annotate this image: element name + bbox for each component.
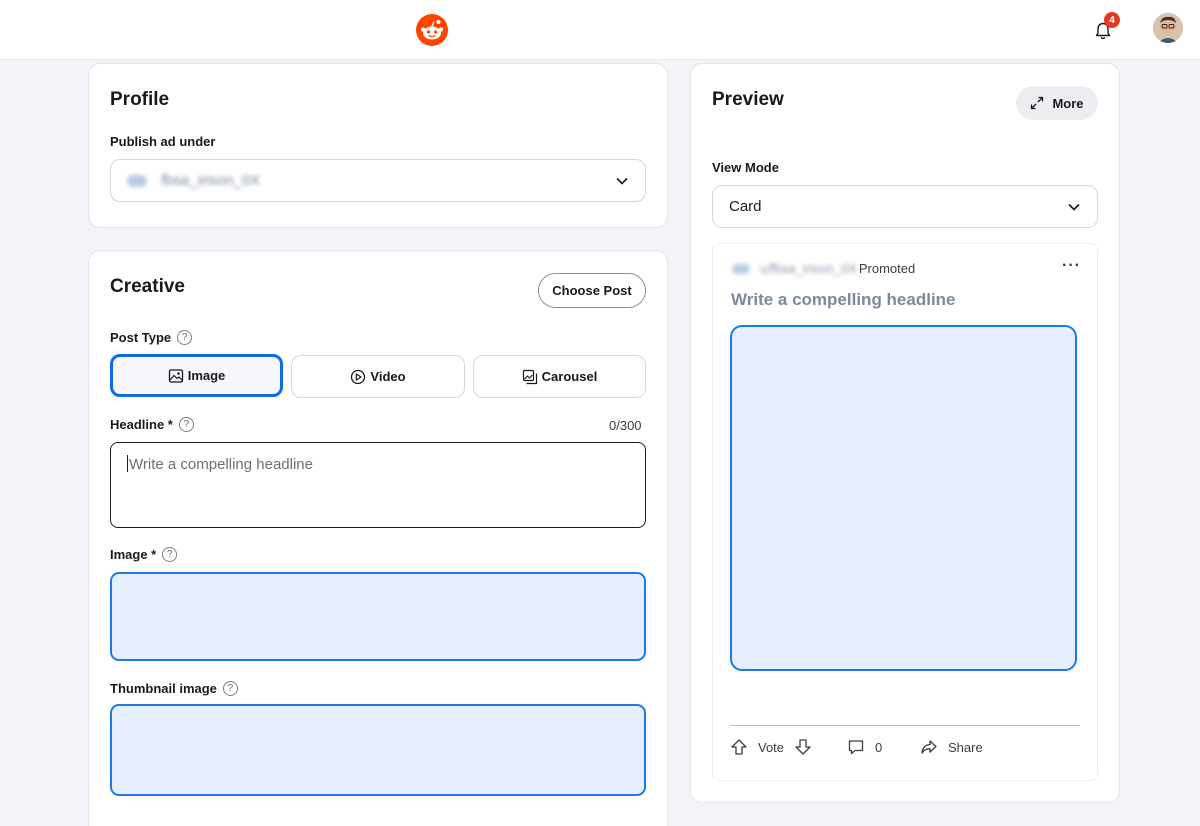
more-button[interactable]: More [1016, 86, 1098, 120]
post-account-name: u/fbsa_irison_0X [760, 261, 857, 276]
help-icon[interactable]: ? [177, 330, 193, 345]
upvote-icon[interactable] [730, 738, 748, 756]
thumbnail-label: Thumbnail image ? [110, 681, 238, 696]
expand-icon [1031, 96, 1044, 110]
share-button[interactable]: Share [920, 738, 983, 756]
share-label: Share [948, 739, 983, 755]
help-icon[interactable]: ? [162, 547, 178, 562]
image-upload-dropzone[interactable] [110, 572, 646, 661]
preview-card: Preview More View Mode Card u/fbsa_iriso… [690, 63, 1120, 803]
headline-label: Headline * ? [110, 417, 194, 432]
account-avatar-icon [127, 174, 147, 187]
post-type-label: Post Type ? [110, 330, 193, 345]
post-type-carousel-button[interactable]: Carousel [473, 355, 646, 398]
top-bar: 4 [0, 0, 1200, 60]
vote-group: Vote [730, 738, 812, 756]
profile-title: Profile [110, 89, 170, 110]
comment-count: 0 [875, 739, 883, 755]
creative-title: Creative [110, 276, 185, 297]
preview-post: u/fbsa_irison_0X Promoted ··· Write a co… [712, 243, 1098, 781]
publish-ad-under-label: Publish ad under [110, 134, 216, 149]
thumbnail-upload-dropzone[interactable] [110, 704, 646, 796]
user-avatar[interactable] [1153, 13, 1183, 43]
promoted-label: Promoted [858, 261, 916, 276]
reddit-logo-icon[interactable] [416, 14, 448, 46]
comment-icon [848, 740, 864, 755]
image-label: Image * ? [110, 547, 178, 562]
headline-counter: 0/300 [609, 418, 642, 433]
comments-button[interactable]: 0 [847, 738, 882, 756]
view-mode-value: Card [729, 198, 762, 215]
carousel-icon [522, 369, 537, 384]
help-icon[interactable]: ? [222, 681, 238, 696]
headline-placeholder: Write a compelling headline [129, 456, 313, 473]
view-mode-select[interactable]: Card [712, 185, 1098, 228]
publish-account-select[interactable]: fbsa_irison_0X [110, 159, 646, 202]
creative-card: Creative Choose Post Post Type ? Image V… [88, 250, 668, 826]
account-name: fbsa_irison_0X [161, 172, 261, 189]
headline-input[interactable]: Write a compelling headline [110, 442, 646, 528]
view-mode-label: View Mode [712, 160, 779, 175]
chevron-down-icon [616, 177, 628, 185]
preview-title: Preview [712, 89, 784, 110]
text-caret [127, 455, 128, 472]
share-icon [921, 740, 937, 754]
overflow-menu-icon[interactable]: ··· [1062, 258, 1081, 274]
notification-badge: 4 [1104, 12, 1120, 28]
profile-card: Profile Publish ad under fbsa_irison_0X [88, 63, 668, 228]
video-play-icon [351, 369, 366, 384]
preview-image-placeholder [730, 325, 1077, 671]
post-meta: u/fbsa_irison_0X Promoted [732, 261, 915, 276]
post-type-video-button[interactable]: Video [291, 355, 465, 398]
help-icon[interactable]: ? [178, 417, 194, 432]
image-icon [168, 368, 183, 383]
divider [730, 725, 1080, 726]
chevron-down-icon [1068, 203, 1080, 211]
post-type-image-button[interactable]: Image [110, 354, 283, 397]
vote-label: Vote [758, 739, 785, 755]
preview-headline: Write a compelling headline [731, 290, 956, 309]
downvote-icon[interactable] [794, 738, 812, 756]
choose-post-button[interactable]: Choose Post [538, 273, 646, 308]
account-avatar-icon [732, 263, 750, 274]
